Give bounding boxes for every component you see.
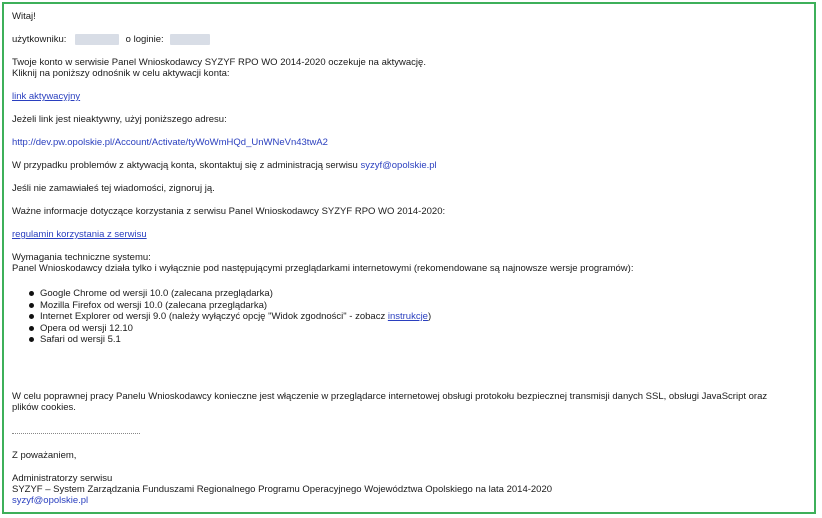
list-item: Opera od wersji 12.10 — [12, 323, 431, 335]
problem-line: W przypadku problemów z aktywacją konta,… — [12, 160, 437, 171]
user-label: użytkowniku: — [12, 34, 67, 46]
greeting: Witaj! — [12, 11, 36, 22]
signature-email-link[interactable]: syzyf@opolskie.pl — [12, 495, 88, 506]
activation-url-link[interactable]: http://dev.pw.opolskie.pl/Account/Activa… — [12, 137, 328, 148]
email-frame: Witaj! użytkowniku: o loginie: Twoje kon… — [2, 2, 816, 514]
redacted-username — [75, 34, 120, 45]
tech-req-text: Panel Wnioskodawcy działa tylko i wyłącz… — [12, 263, 634, 274]
inactive-text: Jeżeli link jest nieaktywny, użyj poniżs… — [12, 114, 227, 125]
bullet-icon — [29, 337, 34, 342]
ssl-text-2: plików cookies. — [12, 402, 76, 413]
regulations-link[interactable]: regulamin korzystania z serwisu — [12, 229, 147, 240]
click-text: Kliknij na poniższy odnośnik w celu akty… — [12, 68, 230, 79]
list-item: Internet Explorer od wersji 9.0 (należy … — [12, 311, 431, 323]
regards: Z poważaniem, — [12, 450, 77, 461]
user-line: użytkowniku: o loginie: — [12, 34, 211, 46]
instructions-link[interactable]: instrukcje — [388, 311, 428, 322]
browser-list: Google Chrome od wersji 10.0 (zalecana p… — [12, 288, 431, 346]
list-item: Google Chrome od wersji 10.0 (zalecana p… — [12, 288, 431, 300]
redacted-login — [170, 34, 211, 45]
tech-req-title: Wymagania techniczne systemu: — [12, 252, 151, 263]
ignore-text: Jeśli nie zamawiałeś tej wiadomości, zig… — [12, 183, 215, 194]
signature-line-2: SYZYF – System Zarządzania Funduszami Re… — [12, 484, 553, 495]
login-label: o loginie: — [125, 34, 164, 46]
activation-link[interactable]: link aktywacyjny — [12, 91, 80, 102]
bullet-icon — [29, 314, 34, 319]
problem-text: W przypadku problemów z aktywacją konta,… — [12, 160, 358, 171]
list-item: Mozilla Firefox od wersji 10.0 (zalecana… — [12, 300, 431, 312]
bullet-icon — [29, 291, 34, 296]
list-item: Safari od wersji 5.1 — [12, 334, 431, 346]
account-text: Twoje konto w serwisie Panel Wnioskodawc… — [12, 57, 426, 68]
bullet-icon — [29, 302, 34, 308]
signature-line-1: Administratorzy serwisu — [12, 473, 113, 484]
bullet-icon — [29, 325, 34, 331]
admin-email-link[interactable]: syzyf@opolskie.pl — [360, 160, 436, 171]
signature-separator — [12, 433, 140, 434]
ssl-text-1: W celu poprawnej pracy Panelu Wnioskodaw… — [12, 391, 768, 402]
important-text: Ważne informacje dotyczące korzystania z… — [12, 206, 446, 217]
